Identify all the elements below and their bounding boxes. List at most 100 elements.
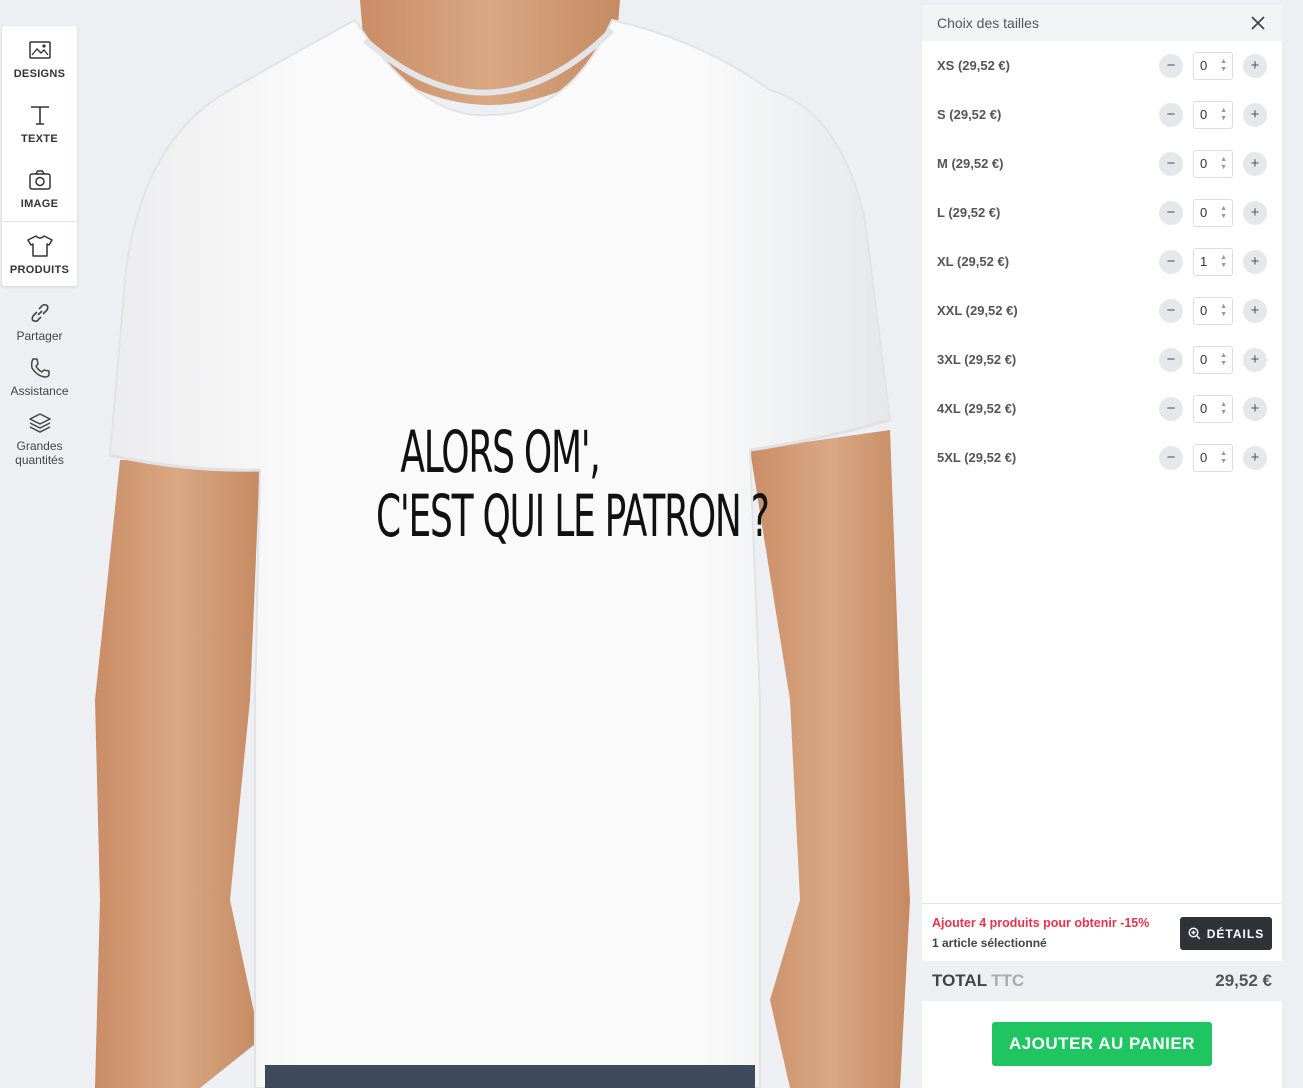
promo-box: Ajouter 4 produits pour obtenir -15% 1 a… [922,903,1282,961]
quantity-input[interactable]: 0 ▲ ▼ [1193,100,1233,129]
size-panel: Choix des tailles XS (29,52 €) − 0 ▲ ▼ + S (29… [922,5,1282,1088]
assistance-link[interactable]: Assistance [2,355,77,398]
details-button[interactable]: DÉTAILS [1180,917,1272,950]
zoom-in-icon [1188,927,1201,940]
increase-button[interactable]: + [1243,53,1267,78]
total-ttc: TTC [991,971,1025,990]
total-row: TOTAL TTC 29,52 € [922,961,1282,1001]
tool-designs-label: DESIGNS [13,68,66,80]
increase-button[interactable]: + [1243,102,1267,127]
increase-button[interactable]: + [1243,200,1267,225]
size-label: XS (29,52 €) [937,58,1010,73]
size-row: 4XL (29,52 €) − 0 ▲ ▼ + [922,384,1282,433]
quantity-input[interactable]: 1 ▲ ▼ [1193,247,1233,276]
size-row: 5XL (29,52 €) − 0 ▲ ▼ + [922,433,1282,482]
quantity-input[interactable]: 0 ▲ ▼ [1193,296,1233,325]
text-icon [27,102,53,128]
size-label: 4XL (29,52 €) [937,401,1017,416]
spinner-arrows-icon[interactable]: ▲ ▼ [1220,205,1227,221]
increase-button[interactable]: + [1243,249,1267,274]
size-list: XS (29,52 €) − 0 ▲ ▼ + S (29,52 €) − 0 ▲ ▼ + M (29,5… [922,41,1282,482]
size-row: M (29,52 €) − 0 ▲ ▼ + [922,139,1282,188]
decrease-button[interactable]: − [1159,249,1183,274]
decrease-button[interactable]: − [1159,445,1183,470]
spinner-arrows-icon[interactable]: ▲ ▼ [1220,401,1227,417]
tool-produits[interactable]: PRODUITS [2,221,77,286]
quantity-input[interactable]: 0 ▲ ▼ [1193,51,1233,80]
layers-icon [27,410,53,436]
decrease-button[interactable]: − [1159,151,1183,176]
panel-header: Choix des tailles [922,5,1282,41]
quantity-value: 0 [1200,156,1208,171]
decrease-button[interactable]: − [1159,396,1183,421]
assistance-label: Assistance [10,384,69,398]
shirt-print-text[interactable]: ALORS OM', C'EST QUI LE PATRON ? [376,418,770,550]
quantity-input[interactable]: 0 ▲ ▼ [1193,443,1233,472]
spinner-arrows-icon[interactable]: ▲ ▼ [1220,58,1227,74]
spinner-arrows-icon[interactable]: ▲ ▼ [1220,352,1227,368]
spinner-arrows-icon[interactable]: ▲ ▼ [1220,303,1227,319]
size-label: 3XL (29,52 €) [937,352,1017,367]
bulk-quantities-label: Grandes quantités [15,439,64,467]
size-row: XL (29,52 €) − 1 ▲ ▼ + [922,237,1282,286]
details-label: DÉTAILS [1206,926,1265,941]
bulk-quantities-link[interactable]: Grandes quantités [2,410,77,467]
quantity-value: 0 [1200,107,1208,122]
quantity-value: 0 [1200,205,1208,220]
increase-button[interactable]: + [1243,445,1267,470]
phone-icon [27,355,53,381]
decrease-button[interactable]: − [1159,200,1183,225]
increase-button[interactable]: + [1243,396,1267,421]
quantity-input[interactable]: 0 ▲ ▼ [1193,345,1233,374]
size-label: XL (29,52 €) [937,254,1010,269]
tool-texte-label: TEXTE [21,133,58,145]
add-to-cart-button[interactable]: AJOUTER AU PANIER [992,1022,1212,1066]
close-icon[interactable] [1249,14,1267,32]
panel-title: Choix des tailles [937,15,1039,31]
size-row: L (29,52 €) − 0 ▲ ▼ + [922,188,1282,237]
tool-texte[interactable]: TEXTE [2,91,77,156]
increase-button[interactable]: + [1243,298,1267,323]
size-label: L (29,52 €) [937,205,1001,220]
increase-button[interactable]: + [1243,347,1267,372]
print-line-1: ALORS OM', [400,418,600,486]
quantity-value: 1 [1200,254,1208,269]
quantity-input[interactable]: 0 ▲ ▼ [1193,394,1233,423]
increase-button[interactable]: + [1243,151,1267,176]
spinner-arrows-icon[interactable]: ▲ ▼ [1220,107,1227,123]
size-label: XXL (29,52 €) [937,303,1018,318]
size-row: XXL (29,52 €) − 0 ▲ ▼ + [922,286,1282,335]
tool-designs[interactable]: DESIGNS [2,26,77,91]
tool-image-label: IMAGE [20,198,59,210]
editor-toolbar: DESIGNS TEXTE IMAGE PRODUITS [2,26,77,286]
decrease-button[interactable]: − [1159,347,1183,372]
size-label: M (29,52 €) [937,156,1004,171]
tool-produits-label: PRODUITS [9,263,70,276]
total-value: 29,52 € [1215,971,1272,990]
spinner-arrows-icon[interactable]: ▲ ▼ [1220,450,1227,466]
spinner-arrows-icon[interactable]: ▲ ▼ [1220,254,1227,270]
share-label: Partager [16,329,63,343]
link-icon [27,300,53,326]
size-label: S (29,52 €) [937,107,1002,122]
total-label: TOTAL TTC [932,971,1024,991]
decrease-button[interactable]: − [1159,298,1183,323]
quantity-input[interactable]: 0 ▲ ▼ [1193,149,1233,178]
quantity-value: 0 [1200,401,1208,416]
decrease-button[interactable]: − [1159,102,1183,127]
print-line-2: C'EST QUI LE PATRON ? [376,482,770,550]
side-links: Partager Assistance Grandes quantités [2,300,77,479]
quantity-value: 0 [1200,58,1208,73]
size-row: 3XL (29,52 €) − 0 ▲ ▼ + [922,335,1282,384]
decrease-button[interactable]: − [1159,53,1183,78]
total-text: TOTAL [932,971,988,990]
tshirt-icon [26,233,53,259]
size-label: 5XL (29,52 €) [937,450,1017,465]
quantity-value: 0 [1200,352,1208,367]
quantity-input[interactable]: 0 ▲ ▼ [1193,198,1233,227]
share-link[interactable]: Partager [2,300,77,343]
spinner-arrows-icon[interactable]: ▲ ▼ [1220,156,1227,172]
quantity-value: 0 [1200,303,1208,318]
tool-image[interactable]: IMAGE [2,156,77,221]
image-gallery-icon [27,37,53,63]
